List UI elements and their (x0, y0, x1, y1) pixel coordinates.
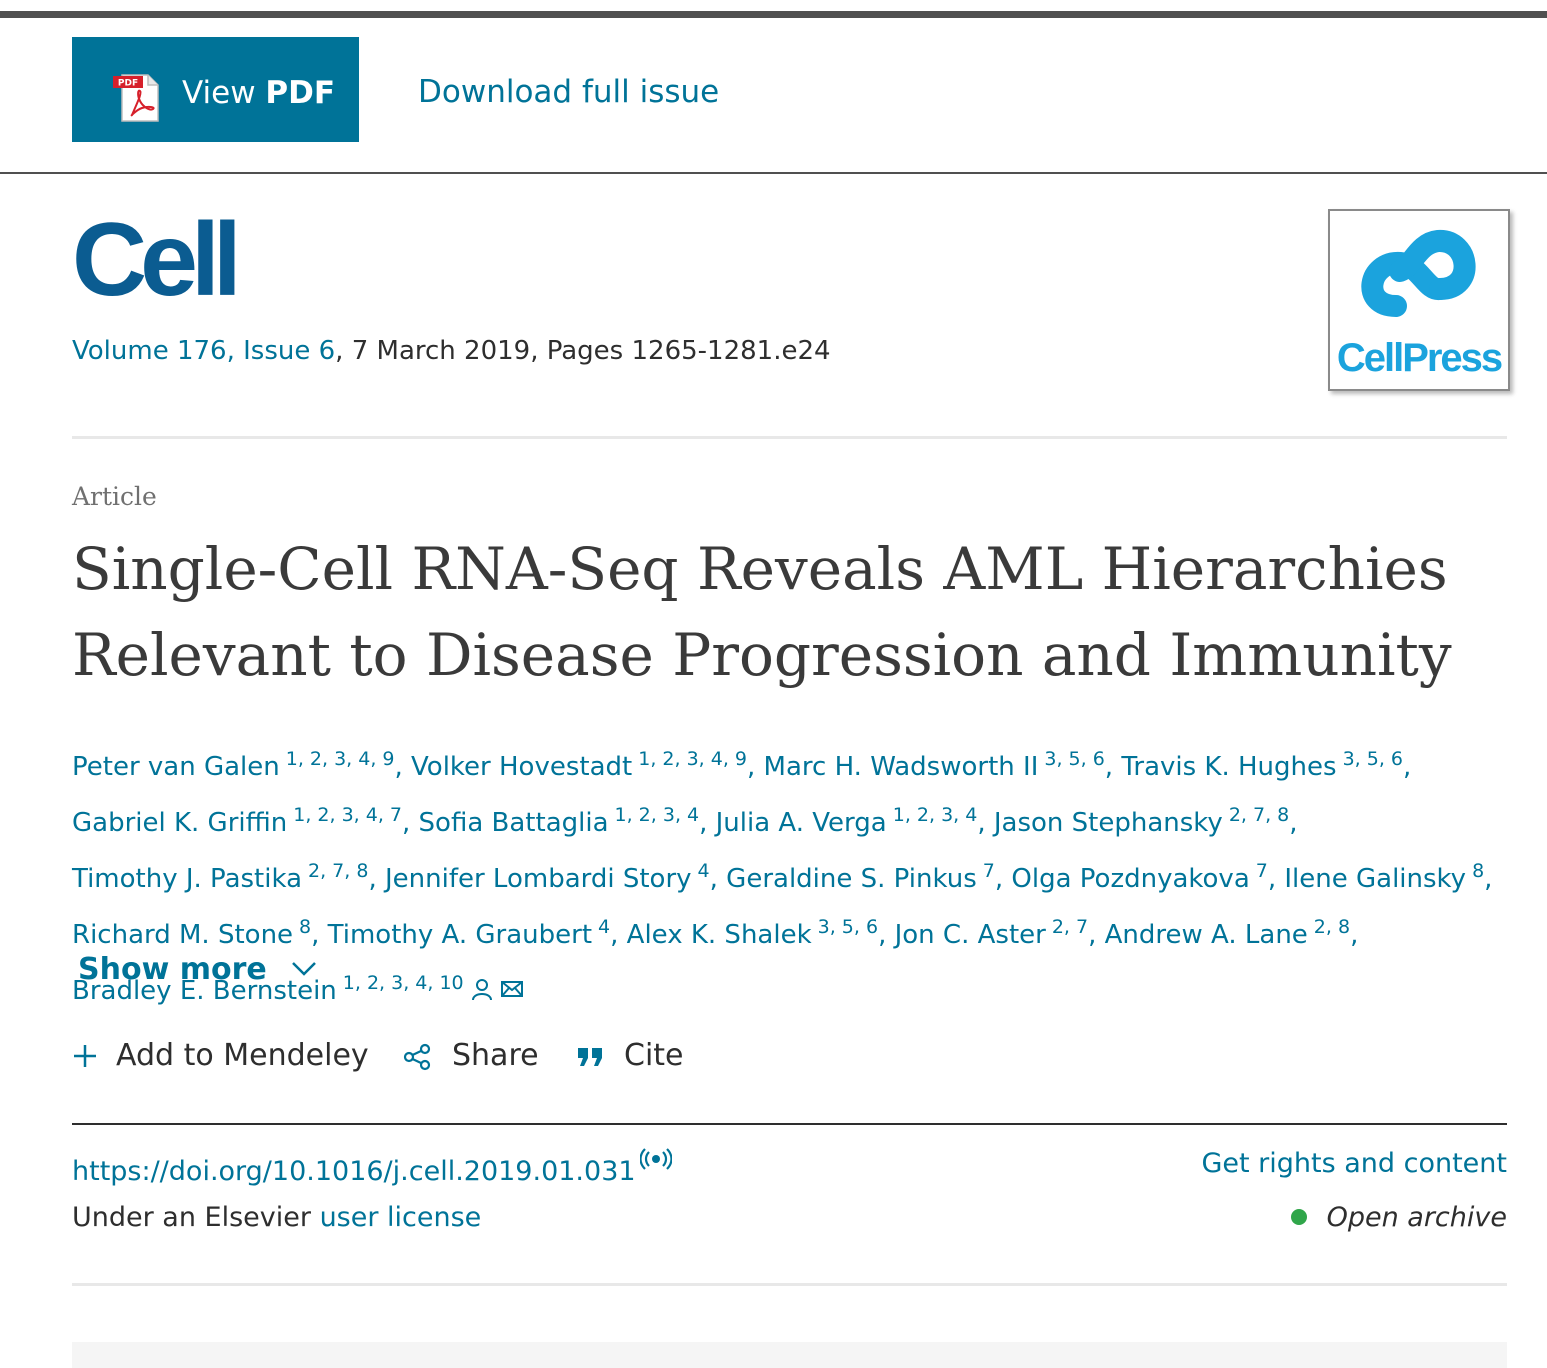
author-link[interactable]: Volker Hovestadt (411, 752, 632, 782)
author-link[interactable]: Julia A. Verga (716, 808, 887, 838)
separator: , (747, 752, 764, 782)
author-link[interactable]: Sofia Battaglia (419, 808, 609, 838)
author-link[interactable]: Jennifer Lombardi Story (385, 864, 692, 894)
affiliation-refs[interactable]: 8 (1472, 860, 1484, 882)
affiliation-refs[interactable]: 1, 2, 3, 4 (615, 804, 700, 826)
separator: , (394, 752, 412, 782)
get-rights-link[interactable]: Get rights and content (1201, 1148, 1507, 1179)
author-link[interactable]: Timothy J. Pastika (72, 864, 302, 894)
separator: , (709, 864, 727, 894)
doi-text: https://doi.org/10.1016/j.cell.2019.01.0… (72, 1156, 636, 1187)
separator: , (1289, 808, 1298, 838)
broadcast-icon (638, 1148, 673, 1170)
separator: , (368, 864, 385, 894)
status-dot-icon (1290, 1209, 1307, 1225)
doi-link[interactable]: https://doi.org/10.1016/j.cell.2019.01.0… (72, 1148, 673, 1187)
affiliation-refs[interactable]: 1, 2, 3, 4, 10 (343, 972, 464, 994)
separator: , (1104, 752, 1122, 782)
license-prefix: Under an Elsevier (72, 1202, 320, 1233)
user-license-link[interactable]: user license (320, 1202, 482, 1233)
author-link[interactable]: Alex K. Shalek (627, 920, 812, 950)
show-more-button[interactable]: Show more (78, 952, 317, 987)
affiliation-refs[interactable]: 1, 2, 3, 4, 9 (638, 748, 747, 770)
separator: , (878, 920, 895, 950)
affiliation-refs[interactable]: 4 (698, 860, 710, 882)
show-more-label: Show more (78, 952, 267, 987)
author-link[interactable]: Andrew A. Lane (1105, 920, 1308, 950)
affiliation-refs[interactable]: 8 (299, 916, 311, 938)
separator: , (994, 864, 1012, 894)
divider (72, 436, 1507, 439)
affiliation-refs[interactable]: 2, 7, 8 (308, 860, 368, 882)
cellpress-mark-icon (1361, 230, 1476, 317)
article-type: Article (72, 482, 157, 511)
separator: , (1088, 920, 1105, 950)
separator: , (311, 920, 328, 950)
open-archive-badge: Open archive (1290, 1202, 1507, 1233)
author-link[interactable]: Jon C. Aster (895, 920, 1046, 950)
separator: , (1484, 864, 1493, 894)
journal-logo[interactable]: Cell (72, 205, 242, 315)
plus-icon (74, 1045, 96, 1067)
affiliation-refs[interactable]: 2, 7, 8 (1229, 804, 1289, 826)
volume-issue-link[interactable]: Volume 176, Issue 6 (72, 336, 335, 366)
add-to-mendeley-button[interactable]: Add to Mendeley (72, 1038, 369, 1073)
bottom-panel (72, 1342, 1507, 1368)
affiliation-refs[interactable]: 1, 2, 3, 4 (893, 804, 978, 826)
separator: , (1403, 752, 1412, 782)
open-archive-label: Open archive (1326, 1202, 1507, 1233)
author-link[interactable]: Travis K. Hughes (1121, 752, 1336, 782)
view-pdf-button[interactable]: PDF View PDF (72, 37, 359, 142)
quote-icon (578, 1048, 602, 1066)
top-border (0, 11, 1547, 18)
svg-text:PDF: PDF (118, 79, 138, 89)
separator: , (1350, 920, 1359, 950)
pdf-file-icon: PDF (113, 74, 159, 122)
date-pages: , 7 March 2019, Pages 1265-1281.e24 (335, 336, 831, 366)
separator: , (402, 808, 419, 838)
download-full-issue-link[interactable]: Download full issue (418, 74, 719, 110)
cellpress-wordmark: CellPress (1336, 336, 1503, 380)
license-info: Under an Elsevier user license (72, 1202, 481, 1233)
share-label: Share (452, 1038, 539, 1073)
author-link[interactable]: Peter van Galen (72, 752, 280, 782)
affiliation-refs[interactable]: 3, 5, 6 (818, 916, 878, 938)
author-link[interactable]: Olga Pozdnyakova (1011, 864, 1249, 894)
affiliation-refs[interactable]: 7 (983, 860, 995, 882)
affiliation-refs[interactable]: 7 (1256, 860, 1268, 882)
affiliation-refs[interactable]: 1, 2, 3, 4, 9 (286, 748, 395, 770)
publication-info: Volume 176, Issue 6, 7 March 2019, Pages… (72, 336, 831, 366)
share-icon (403, 1043, 431, 1071)
affiliation-refs[interactable]: 3, 5, 6 (1044, 748, 1104, 770)
divider (72, 1283, 1507, 1286)
author-link[interactable]: Gabriel K. Griffin (72, 808, 287, 838)
author-link[interactable]: Timothy A. Graubert (328, 920, 592, 950)
affiliation-refs[interactable]: 3, 5, 6 (1343, 748, 1403, 770)
separator: , (977, 808, 994, 838)
cite-button[interactable]: Cite (576, 1038, 684, 1073)
separator: , (610, 920, 627, 950)
mendeley-label: Add to Mendeley (116, 1038, 369, 1073)
separator: , (699, 808, 716, 838)
view-pdf-label: View PDF (182, 75, 336, 111)
article-title: Single-Cell RNA-Seq Reveals AML Hierarch… (72, 535, 1452, 689)
cite-label: Cite (624, 1038, 684, 1073)
affiliation-refs[interactable]: 2, 7 (1052, 916, 1088, 938)
author-link[interactable]: Jason Stephansky (994, 808, 1223, 838)
pdf-toolbar: PDF View PDF Download full issue (0, 18, 1547, 174)
author-link[interactable]: Richard M. Stone (72, 920, 293, 950)
author-link[interactable]: Ilene Galinsky (1284, 864, 1466, 894)
affiliation-refs[interactable]: 1, 2, 3, 4, 7 (293, 804, 402, 826)
author-link[interactable]: Geraldine S. Pinkus (726, 864, 977, 894)
divider-dark (72, 1123, 1507, 1125)
person-icon[interactable] (470, 977, 494, 1001)
cellpress-logo[interactable]: CellPress (1328, 209, 1510, 391)
affiliation-refs[interactable]: 2, 8 (1314, 916, 1350, 938)
envelope-icon[interactable] (500, 977, 524, 1001)
separator: , (1267, 864, 1285, 894)
share-button[interactable]: Share (402, 1038, 539, 1073)
chevron-down-icon (291, 962, 316, 976)
author-link[interactable]: Marc H. Wadsworth II (764, 752, 1039, 782)
affiliation-refs[interactable]: 4 (598, 916, 610, 938)
